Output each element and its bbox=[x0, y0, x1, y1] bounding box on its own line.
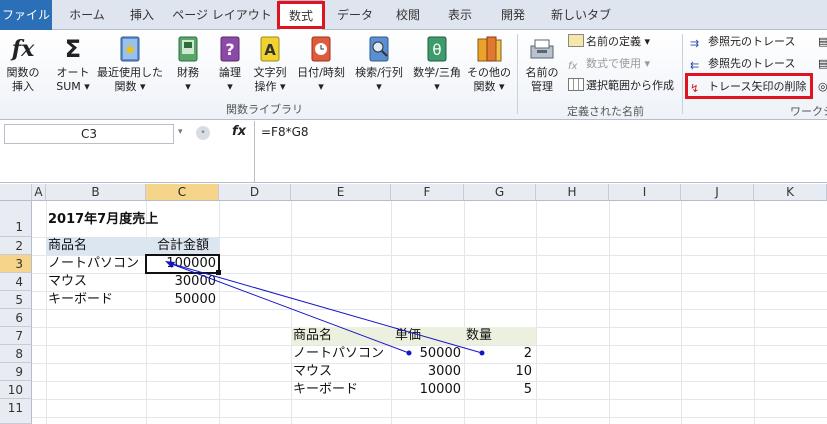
math-trig-button[interactable]: θ 数学/三角 ▾ bbox=[410, 34, 464, 94]
lookup-label: 検索/行列 ▾ bbox=[355, 66, 403, 93]
show-formulas-icon[interactable]: ▤ bbox=[818, 34, 827, 50]
svg-text:★: ★ bbox=[124, 42, 137, 58]
tab-formulas[interactable]: 数式 bbox=[279, 0, 323, 31]
trace-precedents-label: 参照元のトレース bbox=[708, 35, 796, 48]
book-theta-icon: θ bbox=[427, 36, 447, 62]
datetime-button[interactable]: 日付/時刻 ▾ bbox=[294, 34, 348, 94]
trace-dependents-icon: ⇇ bbox=[690, 59, 700, 72]
ribbon: fx 関数の 挿入 Σ オート SUM ▾ ★ 最近使用した 関数 ▾ 財務 ▾… bbox=[0, 30, 827, 120]
formula-bar: C3 ▾ • fx =F8*G8 bbox=[0, 121, 827, 183]
autosum-button[interactable]: Σ オート SUM ▾ bbox=[52, 34, 94, 94]
tab-review[interactable]: 校閲 bbox=[385, 0, 431, 30]
tab-page-layout[interactable]: ページ レイアウト bbox=[172, 0, 272, 30]
grid-icon bbox=[568, 78, 584, 91]
name-manager-label: 名前の 管理 bbox=[525, 66, 559, 93]
trace-arrow-g8 bbox=[168, 262, 483, 354]
book-star-icon: ★ bbox=[120, 36, 140, 62]
define-name-label: 名前の定義 ▾ bbox=[586, 35, 651, 48]
logical-button[interactable]: ? 論理 ▾ bbox=[212, 34, 248, 94]
sigma-icon: Σ bbox=[64, 35, 82, 63]
name-manager-icon bbox=[530, 39, 554, 59]
remove-arrows-icon: ↯ bbox=[690, 82, 700, 95]
excel-window: ファイル ホーム 挿入 ページ レイアウト 数式 データ 校閲 表示 開発 新し… bbox=[0, 0, 827, 424]
recent-functions-button[interactable]: ★ 最近使用した 関数 ▾ bbox=[96, 34, 164, 94]
trace-precedents-button[interactable]: ⇉ 参照元のトレース bbox=[690, 34, 795, 50]
remove-arrows-label: トレース矢印の削除 bbox=[708, 80, 807, 93]
error-checking-icon[interactable]: ▤ bbox=[818, 56, 827, 72]
svg-text:A: A bbox=[264, 41, 276, 59]
trace-arrow-origin-f8 bbox=[406, 350, 412, 356]
create-from-selection-button[interactable]: 選択範囲から作成 bbox=[568, 78, 674, 94]
tab-new[interactable]: 新しいタブ bbox=[542, 0, 620, 30]
tab-file[interactable]: ファイル bbox=[0, 0, 52, 30]
autosum-label: オート SUM ▾ bbox=[56, 66, 90, 93]
remove-arrows-button[interactable]: ↯ トレース矢印の削除 bbox=[690, 79, 806, 95]
tab-developer[interactable]: 開発 bbox=[490, 0, 536, 30]
trace-dependents-label: 参照先のトレース bbox=[708, 57, 796, 70]
trace-arrowhead bbox=[165, 261, 175, 268]
book-financial-icon bbox=[178, 36, 198, 62]
ribbon-separator bbox=[517, 34, 518, 114]
more-functions-label: その他の 関数 ▾ bbox=[467, 66, 511, 93]
svg-text:?: ? bbox=[225, 40, 234, 59]
tag-icon bbox=[568, 34, 584, 47]
tab-view[interactable]: 表示 bbox=[437, 0, 483, 30]
datetime-label: 日付/時刻 ▾ bbox=[297, 66, 345, 93]
books-icon bbox=[477, 36, 502, 62]
use-in-formula-label: 数式で使用 ▾ bbox=[586, 57, 651, 70]
recent-functions-label: 最近使用した 関数 ▾ bbox=[97, 66, 163, 93]
book-text-icon: A bbox=[260, 36, 280, 62]
worksheet-grid: A B C D E F G H I J K 1 2 3 4 5 6 7 8 9 … bbox=[0, 184, 827, 424]
math-trig-label: 数学/三角 ▾ bbox=[413, 66, 461, 93]
trace-arrow-f8 bbox=[168, 262, 410, 354]
financial-label: 財務 ▾ bbox=[177, 66, 199, 93]
auditing-group-label: ワークシ bbox=[790, 105, 827, 118]
tab-insert[interactable]: 挿入 bbox=[118, 0, 166, 30]
formula-input[interactable]: =F8*G8 bbox=[254, 121, 827, 183]
fx-icon: fx bbox=[11, 36, 35, 62]
tab-data[interactable]: データ bbox=[332, 0, 378, 30]
ribbon-separator bbox=[682, 34, 683, 114]
defined-names-group-label: 定義された名前 bbox=[567, 105, 644, 118]
fx-small-icon: fx bbox=[568, 61, 578, 72]
text-functions-button[interactable]: A 文字列 操作 ▾ bbox=[250, 34, 290, 94]
function-library-group-label: 関数ライブラリ bbox=[226, 103, 303, 116]
trace-dependents-button[interactable]: ⇇ 参照先のトレース bbox=[690, 56, 795, 72]
trace-precedents-icon: ⇉ bbox=[690, 37, 700, 50]
book-magnifier-icon bbox=[369, 36, 389, 62]
svg-text:θ: θ bbox=[432, 41, 441, 59]
book-clock-icon bbox=[311, 36, 331, 62]
define-name-button[interactable]: 名前の定義 ▾ bbox=[568, 34, 650, 50]
logical-label: 論理 ▾ bbox=[219, 66, 241, 93]
expand-formula-icon[interactable]: • bbox=[196, 126, 210, 140]
name-manager-button[interactable]: 名前の 管理 bbox=[520, 34, 564, 94]
use-in-formula-button[interactable]: fx 数式で使用 ▾ bbox=[568, 56, 650, 72]
name-box[interactable]: C3 bbox=[4, 124, 174, 144]
trace-precedent-arrows bbox=[165, 261, 485, 356]
insert-function-label: 関数の 挿入 bbox=[6, 66, 40, 93]
lookup-button[interactable]: 検索/行列 ▾ bbox=[352, 34, 406, 94]
text-functions-label: 文字列 操作 ▾ bbox=[253, 66, 287, 93]
book-question-icon: ? bbox=[220, 36, 240, 62]
formula-auditing-more-icon[interactable]: ◎ bbox=[818, 79, 827, 95]
more-functions-button[interactable]: その他の 関数 ▾ bbox=[466, 34, 512, 94]
insert-function-icon[interactable]: fx bbox=[232, 124, 246, 139]
ribbon-tab-bar: ファイル ホーム 挿入 ページ レイアウト 数式 データ 校閲 表示 開発 新し… bbox=[0, 0, 827, 31]
insert-function-button[interactable]: fx 関数の 挿入 bbox=[4, 34, 42, 94]
financial-button[interactable]: 財務 ▾ bbox=[168, 34, 208, 94]
create-from-selection-label: 選択範囲から作成 bbox=[586, 79, 674, 92]
tab-home[interactable]: ホーム bbox=[62, 0, 112, 30]
name-box-dropdown-icon[interactable]: ▾ bbox=[178, 127, 183, 137]
trace-arrow-origin-g8 bbox=[479, 350, 485, 356]
